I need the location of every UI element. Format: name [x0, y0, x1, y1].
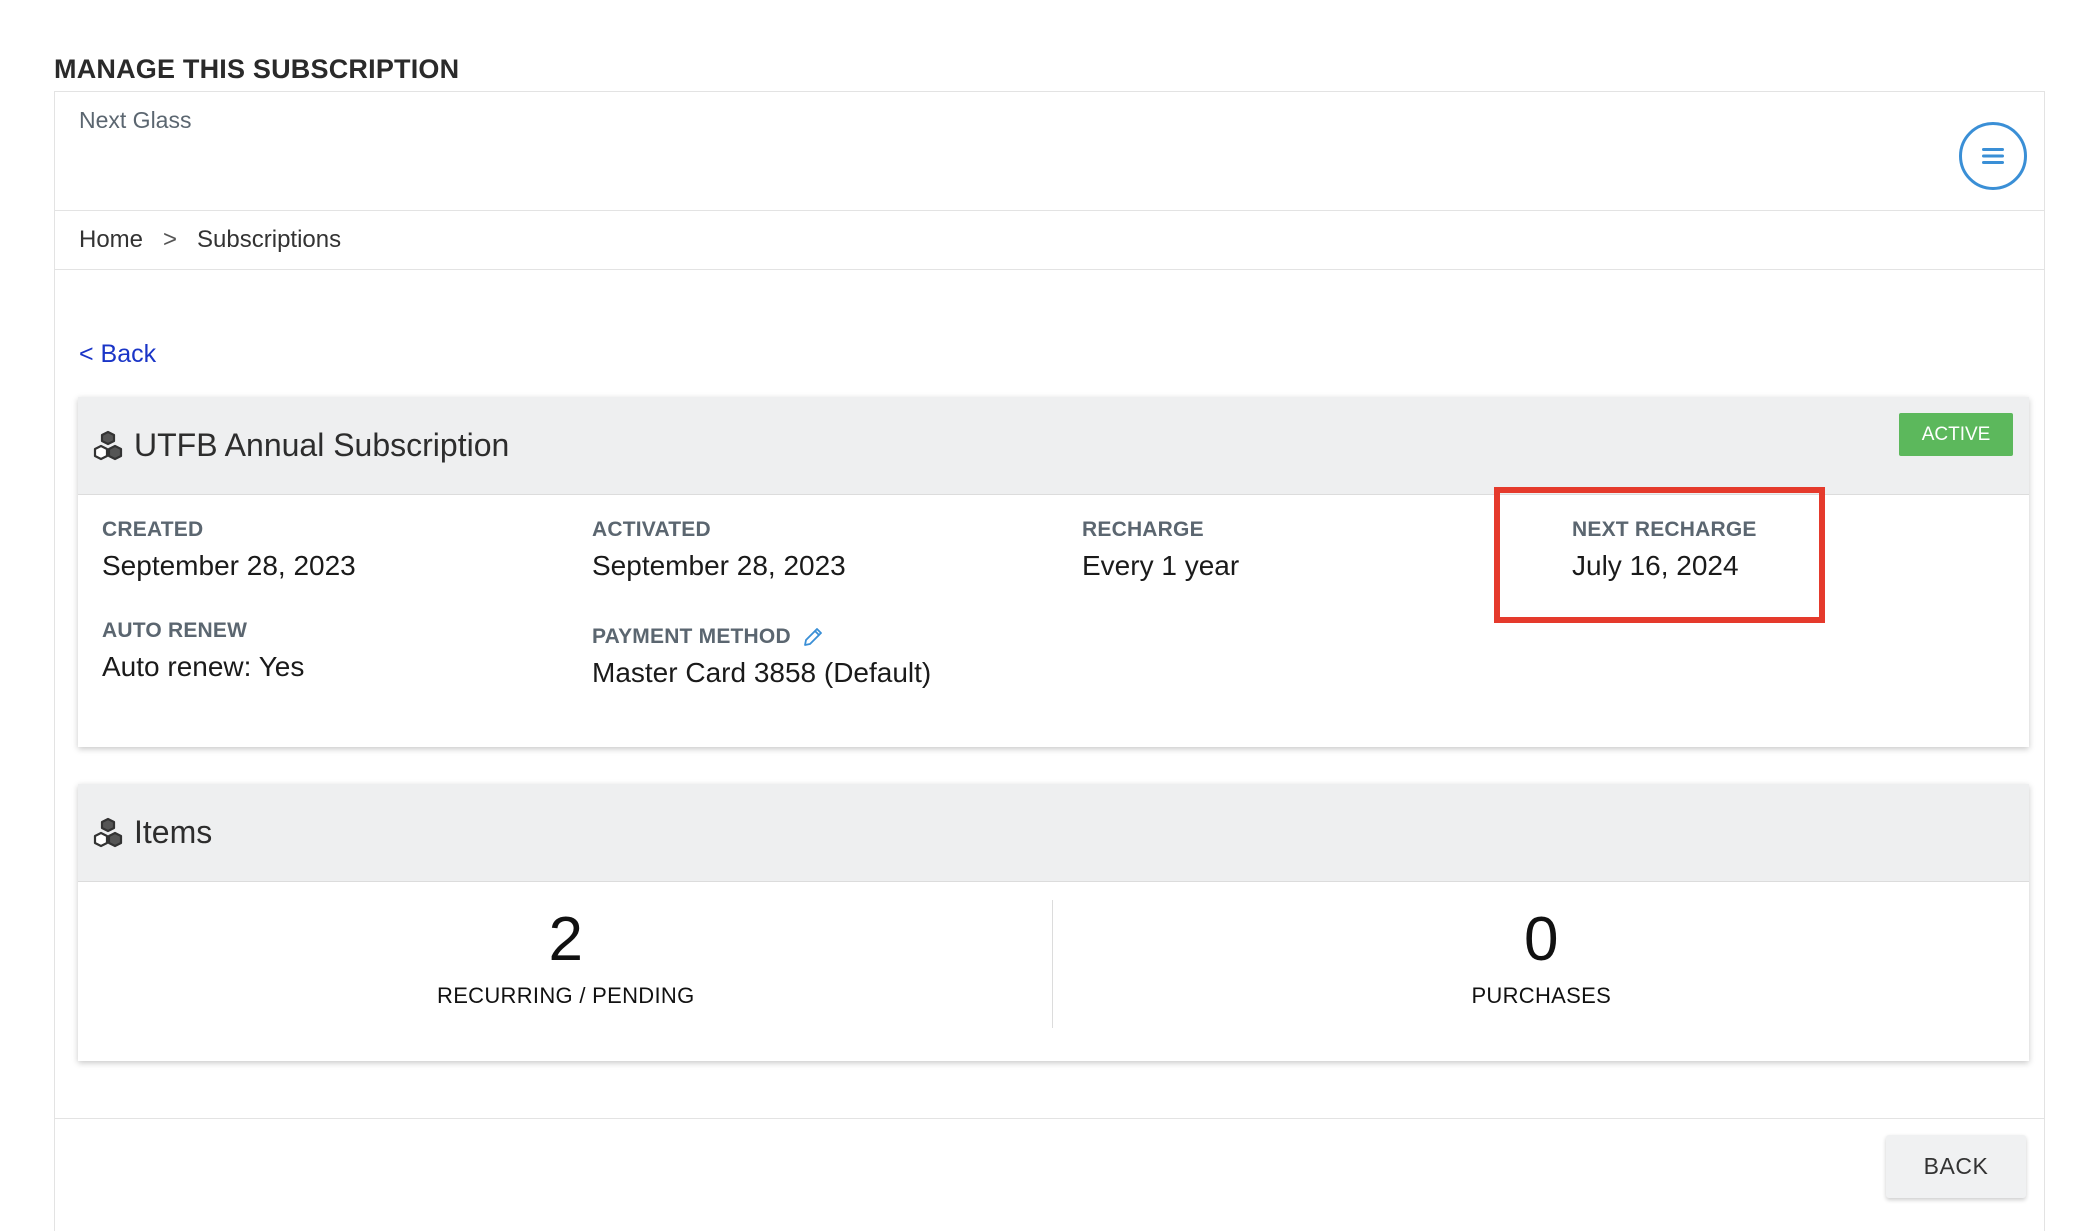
purchases-label: PURCHASES: [1471, 983, 1612, 1008]
breadcrumb-separator: >: [163, 226, 178, 253]
payment-method-value: Master Card 3858 (Default): [592, 657, 932, 688]
breadcrumb-home[interactable]: Home: [79, 226, 143, 254]
subscription-card: UTFB Annual Subscription ACTIVE CREATED …: [78, 397, 2029, 747]
back-link[interactable]: < Back: [79, 340, 156, 369]
purchases-count: 0: [1524, 905, 1559, 974]
purchases-stat: 0 PURCHASES: [1054, 909, 2030, 1009]
recharge-label: RECHARGE: [1082, 518, 1204, 541]
payment-method-label-row: PAYMENT METHOD: [592, 625, 931, 649]
menu-button[interactable]: [1959, 122, 2027, 190]
items-card: Items 2 RECURRING / PENDING 0 PURCHASES: [78, 784, 2029, 1061]
payment-method-label: PAYMENT METHOD: [592, 625, 791, 648]
recurring-stat: 2 RECURRING / PENDING: [78, 909, 1054, 1009]
subscription-title: UTFB Annual Subscription: [134, 427, 510, 463]
activated-label: ACTIVATED: [592, 518, 711, 541]
activated-value: September 28, 2023: [592, 550, 846, 581]
activated-field: ACTIVATED September 28, 2023: [592, 518, 846, 582]
next-recharge-highlight: [1494, 487, 1825, 623]
payment-method-field: PAYMENT METHOD Master Card 3858 (Default…: [592, 625, 931, 689]
header-divider: [55, 210, 2044, 211]
items-title: Items: [134, 814, 213, 850]
shop-name: Next Glass: [79, 107, 192, 133]
created-label: CREATED: [102, 518, 204, 541]
auto-renew-value: Auto renew: Yes: [102, 651, 305, 682]
subscription-frame: Next Glass Home > Subscriptions < Back U…: [54, 91, 2045, 1231]
breadcrumb-divider: [55, 269, 2044, 270]
subscription-card-header: UTFB Annual Subscription ACTIVE: [78, 397, 2029, 495]
recharge-field: RECHARGE Every 1 year: [1082, 518, 1239, 582]
page-title: MANAGE THIS SUBSCRIPTION: [54, 54, 460, 84]
cubes-icon: [93, 817, 123, 847]
auto-renew-field: AUTO RENEW Auto renew: Yes: [102, 619, 304, 683]
back-button[interactable]: BACK: [1886, 1135, 2026, 1198]
auto-renew-label: AUTO RENEW: [102, 619, 248, 642]
status-badge: ACTIVE: [1899, 413, 2013, 456]
created-field: CREATED September 28, 2023: [102, 518, 356, 582]
footer-divider: [55, 1118, 2044, 1119]
breadcrumb: Home > Subscriptions: [79, 226, 341, 254]
recurring-count: 2: [548, 905, 583, 974]
cubes-icon: [93, 430, 123, 460]
breadcrumb-current: Subscriptions: [197, 226, 342, 253]
items-card-header: Items: [78, 784, 2029, 882]
hamburger-menu-icon: [1982, 148, 2004, 164]
created-value: September 28, 2023: [102, 550, 356, 581]
recurring-label: RECURRING / PENDING: [437, 983, 695, 1008]
recharge-value: Every 1 year: [1082, 550, 1240, 581]
pencil-edit-icon[interactable]: [801, 625, 825, 649]
